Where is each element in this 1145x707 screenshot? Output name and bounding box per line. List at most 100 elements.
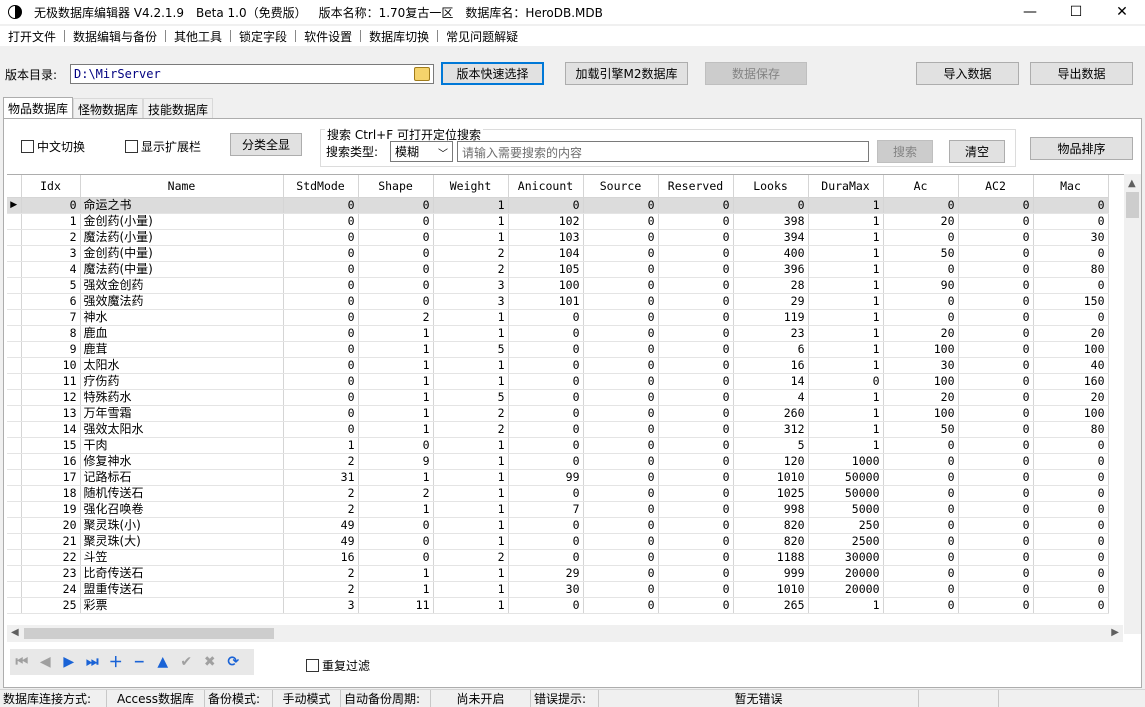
cell-mac[interactable]: 30 <box>1033 229 1109 246</box>
cell-ac2[interactable]: 0 <box>958 485 1034 502</box>
cell-shape[interactable]: 0 <box>358 517 434 534</box>
cell-stdmode[interactable]: 49 <box>283 517 359 534</box>
row-indicator[interactable] <box>7 437 22 454</box>
cell-source[interactable]: 0 <box>583 437 659 454</box>
cell-stdmode[interactable]: 0 <box>283 293 359 310</box>
cell-reserved[interactable]: 0 <box>658 549 734 566</box>
delete-record-icon[interactable]: − <box>128 651 152 673</box>
cell-source[interactable]: 0 <box>583 517 659 534</box>
cell-ac[interactable]: 100 <box>883 405 959 422</box>
cell-reserved[interactable]: 0 <box>658 357 734 374</box>
cell-weight[interactable]: 1 <box>433 565 509 582</box>
cell-ac[interactable]: 0 <box>883 549 959 566</box>
cell-stdmode[interactable]: 31 <box>283 469 359 486</box>
version-dir-input[interactable]: D:\MirServer <box>70 64 434 84</box>
cell-idx[interactable]: 5 <box>21 277 81 294</box>
cell-idx[interactable]: 24 <box>21 581 81 598</box>
cell-anicount[interactable]: 0 <box>508 597 584 614</box>
cell-shape[interactable]: 0 <box>358 197 434 214</box>
cell-mac[interactable]: 0 <box>1033 485 1109 502</box>
cell-reserved[interactable]: 0 <box>658 309 734 326</box>
checkbox-box[interactable] <box>306 659 319 672</box>
cell-looks[interactable]: 1025 <box>733 485 809 502</box>
cell-ac2[interactable]: 0 <box>958 469 1034 486</box>
cell-mac[interactable]: 40 <box>1033 357 1109 374</box>
cell-reserved[interactable]: 0 <box>658 469 734 486</box>
scroll-left-icon[interactable]: ◀ <box>11 627 19 638</box>
cell-weight[interactable]: 3 <box>433 277 509 294</box>
cell-name[interactable]: 命运之书 <box>80 197 284 214</box>
cell-shape[interactable]: 1 <box>358 581 434 598</box>
cell-name[interactable]: 强效金创药 <box>80 277 284 294</box>
prior-record-icon[interactable]: ◀ <box>34 651 58 673</box>
cell-name[interactable]: 盟重传送石 <box>80 581 284 598</box>
scroll-right-icon[interactable]: ▶ <box>1111 627 1119 638</box>
cell-shape[interactable]: 1 <box>358 565 434 582</box>
cell-shape[interactable]: 0 <box>358 261 434 278</box>
cell-stdmode[interactable]: 0 <box>283 277 359 294</box>
cell-stdmode[interactable]: 3 <box>283 597 359 614</box>
cell-looks[interactable]: 1010 <box>733 469 809 486</box>
cell-mac[interactable]: 20 <box>1033 325 1109 342</box>
cell-ac2[interactable]: 0 <box>958 293 1034 310</box>
cell-ac[interactable]: 20 <box>883 389 959 406</box>
cell-stdmode[interactable]: 2 <box>283 453 359 470</box>
first-record-icon[interactable]: ⏮ <box>10 651 34 673</box>
show-all-categories-button[interactable]: 分类全显 <box>230 133 302 156</box>
cell-ac[interactable]: 0 <box>883 197 959 214</box>
next-record-icon[interactable]: ▶ <box>57 651 81 673</box>
column-header-anicount[interactable]: Anicount <box>508 175 584 198</box>
cell-reserved[interactable]: 0 <box>658 213 734 230</box>
cell-anicount[interactable]: 0 <box>508 533 584 550</box>
cell-weight[interactable]: 2 <box>433 245 509 262</box>
cell-duramax[interactable]: 250 <box>808 517 884 534</box>
cell-ac2[interactable]: 0 <box>958 501 1034 518</box>
cell-ac2[interactable]: 0 <box>958 357 1034 374</box>
cell-stdmode[interactable]: 0 <box>283 389 359 406</box>
cell-mac[interactable]: 80 <box>1033 421 1109 438</box>
cell-mac[interactable]: 150 <box>1033 293 1109 310</box>
cell-idx[interactable]: 21 <box>21 533 81 550</box>
cell-ac2[interactable]: 0 <box>958 389 1034 406</box>
cell-weight[interactable]: 1 <box>433 485 509 502</box>
cell-reserved[interactable]: 0 <box>658 293 734 310</box>
cell-duramax[interactable]: 1 <box>808 421 884 438</box>
column-header-source[interactable]: Source <box>583 175 659 198</box>
cell-source[interactable]: 0 <box>583 565 659 582</box>
cell-ac[interactable]: 90 <box>883 277 959 294</box>
cell-idx[interactable]: 18 <box>21 485 81 502</box>
table-row[interactable]: 7 神水 0 2 1 0 0 0 119 1 0 0 0 <box>7 309 1109 326</box>
minimize-button[interactable]: — <box>1007 0 1053 24</box>
cell-source[interactable]: 0 <box>583 533 659 550</box>
cell-reserved[interactable]: 0 <box>658 421 734 438</box>
cell-looks[interactable]: 23 <box>733 325 809 342</box>
cell-anicount[interactable]: 0 <box>508 341 584 358</box>
cell-duramax[interactable]: 20000 <box>808 581 884 598</box>
column-header-stdmode[interactable]: StdMode <box>283 175 359 198</box>
cell-name[interactable]: 强化召唤卷 <box>80 501 284 518</box>
cell-stdmode[interactable]: 0 <box>283 213 359 230</box>
cell-ac[interactable]: 0 <box>883 597 959 614</box>
table-row[interactable]: 14 强效太阳水 0 1 2 0 0 0 312 1 50 0 80 <box>7 421 1109 438</box>
table-row[interactable]: 23 比奇传送石 2 1 1 29 0 0 999 20000 0 0 0 <box>7 565 1109 582</box>
cell-mac[interactable]: 0 <box>1033 517 1109 534</box>
cell-ac[interactable]: 0 <box>883 293 959 310</box>
cell-weight[interactable]: 1 <box>433 357 509 374</box>
search-button[interactable]: 搜索 <box>877 140 933 163</box>
cell-ac2[interactable]: 0 <box>958 581 1034 598</box>
row-indicator[interactable] <box>7 581 22 598</box>
row-indicator[interactable] <box>7 501 22 518</box>
cell-shape[interactable]: 1 <box>358 341 434 358</box>
cell-ac[interactable]: 0 <box>883 453 959 470</box>
table-row[interactable]: 2 魔法药(小量) 0 0 1 103 0 0 394 1 0 0 30 <box>7 229 1109 246</box>
import-data-button[interactable]: 导入数据 <box>916 62 1019 85</box>
table-row[interactable]: 18 随机传送石 2 2 1 0 0 0 1025 50000 0 0 0 <box>7 485 1109 502</box>
show-ext-checkbox[interactable]: 显示扩展栏 <box>125 138 201 155</box>
cell-ac[interactable]: 20 <box>883 325 959 342</box>
row-indicator[interactable] <box>7 453 22 470</box>
cell-mac[interactable]: 0 <box>1033 469 1109 486</box>
table-row[interactable]: 25 彩票 3 11 1 0 0 0 265 1 0 0 0 <box>7 597 1109 614</box>
cell-shape[interactable]: 1 <box>358 501 434 518</box>
cell-duramax[interactable]: 1 <box>808 293 884 310</box>
cell-looks[interactable]: 119 <box>733 309 809 326</box>
